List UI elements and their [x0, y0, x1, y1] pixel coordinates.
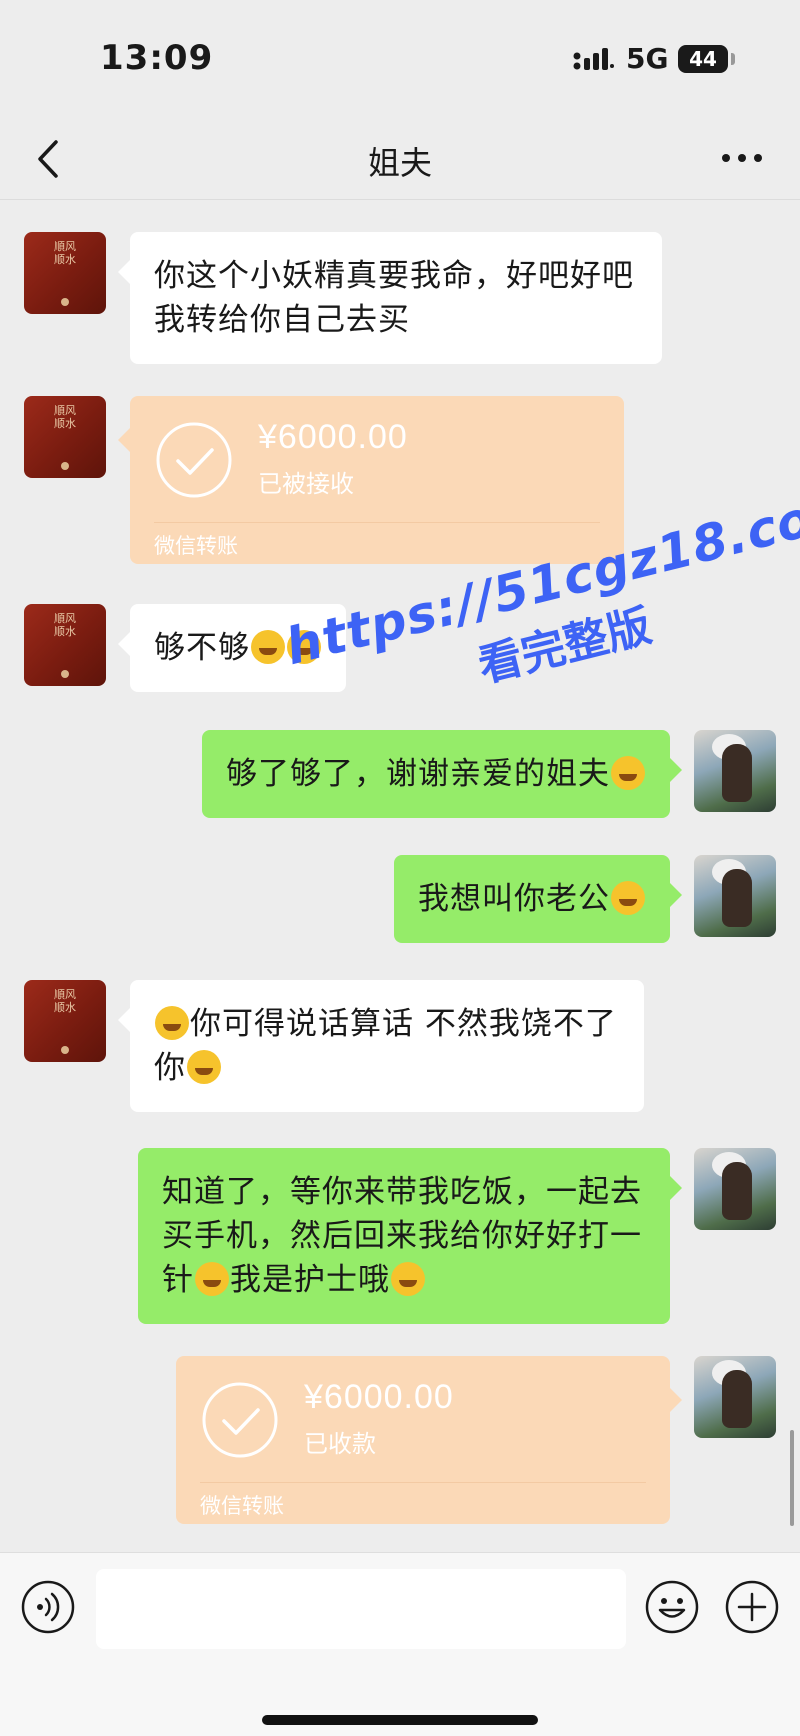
input-bar	[0, 1552, 800, 1736]
home-indicator	[262, 1715, 538, 1725]
user-avatar[interactable]	[694, 1356, 776, 1438]
grinning-face-icon	[195, 1262, 229, 1296]
transfer-footer: 微信转账	[200, 1494, 284, 1518]
user-avatar[interactable]	[694, 855, 776, 937]
transfer-amount: ¥6000.00	[258, 418, 408, 456]
laughing-face-icon	[187, 1050, 221, 1084]
hand-over-mouth-face-icon	[611, 881, 645, 915]
chat-area[interactable]: 順风顺水 你这个小妖精真要我命，好吧好吧我转给你自己去买 順风顺水 ¥6000.…	[0, 200, 800, 1552]
avatar-text: 順风顺水	[54, 240, 76, 266]
transfer-amount: ¥6000.00	[304, 1378, 454, 1416]
status-time: 13:09	[100, 38, 214, 78]
emoji-icon[interactable]	[644, 1579, 700, 1635]
scroll-indicator[interactable]	[790, 1430, 794, 1526]
transfer-card[interactable]: ¥6000.00 已收款 微信转账	[176, 1356, 682, 1524]
status-bar: 13:09 5G 44	[0, 0, 800, 118]
battery-icon: 44	[678, 45, 728, 73]
message-text: 我想叫你老公	[418, 881, 610, 917]
nav-bar: 姐夫	[0, 118, 800, 200]
chat-title: 姐夫	[367, 144, 432, 182]
voice-icon[interactable]	[20, 1579, 76, 1635]
contact-avatar[interactable]: 順风顺水	[24, 604, 106, 686]
message-input[interactable]	[96, 1569, 626, 1649]
smiling-face-icon	[391, 1262, 425, 1296]
contact-avatar[interactable]: 順风顺水	[24, 396, 106, 478]
signal-icon	[573, 48, 614, 70]
crying-face-icon	[251, 630, 285, 664]
network-label: 5G	[626, 42, 669, 75]
plus-icon[interactable]	[724, 1579, 780, 1635]
message-bubble[interactable]: 知道了，等你来带我吃饭，一起去买手机，然后回来我给你好好打一针 我是护士哦	[138, 1148, 682, 1324]
message-text: 你可得说话算话 不然我饶不了你	[154, 1006, 617, 1086]
message-bubble[interactable]: 你这个小妖精真要我命，好吧好吧我转给你自己去买	[118, 232, 662, 364]
transfer-status: 已收款	[304, 1430, 376, 1458]
check-circle-icon	[156, 422, 232, 498]
message-text: 够不够	[154, 630, 250, 666]
hand-over-mouth-face-icon	[611, 756, 645, 790]
message-bubble[interactable]: 我想叫你老公	[394, 855, 682, 943]
contact-avatar[interactable]: 順风顺水	[24, 232, 106, 314]
message-text: 够了够了，谢谢亲爱的姐夫	[226, 756, 610, 792]
transfer-status: 已被接收	[258, 470, 354, 498]
message-text: 我是护士哦	[230, 1262, 390, 1298]
user-avatar[interactable]	[694, 1148, 776, 1230]
transfer-card[interactable]: ¥6000.00 已被接收 微信转账	[118, 396, 624, 564]
message-bubble[interactable]: 够了够了，谢谢亲爱的姐夫	[202, 730, 682, 818]
check-circle-icon	[202, 1382, 278, 1458]
more-dots-icon[interactable]	[720, 146, 764, 170]
contact-avatar[interactable]: 順风顺水	[24, 980, 106, 1062]
user-avatar[interactable]	[694, 730, 776, 812]
battery-tip	[731, 53, 735, 65]
message-bubble[interactable]: 你可得说话算话 不然我饶不了你	[118, 980, 644, 1112]
transfer-footer: 微信转账	[154, 534, 238, 558]
message-text: 你这个小妖精真要我命，好吧好吧我转给你自己去买	[154, 258, 634, 338]
grinning-face-icon	[155, 1006, 189, 1040]
